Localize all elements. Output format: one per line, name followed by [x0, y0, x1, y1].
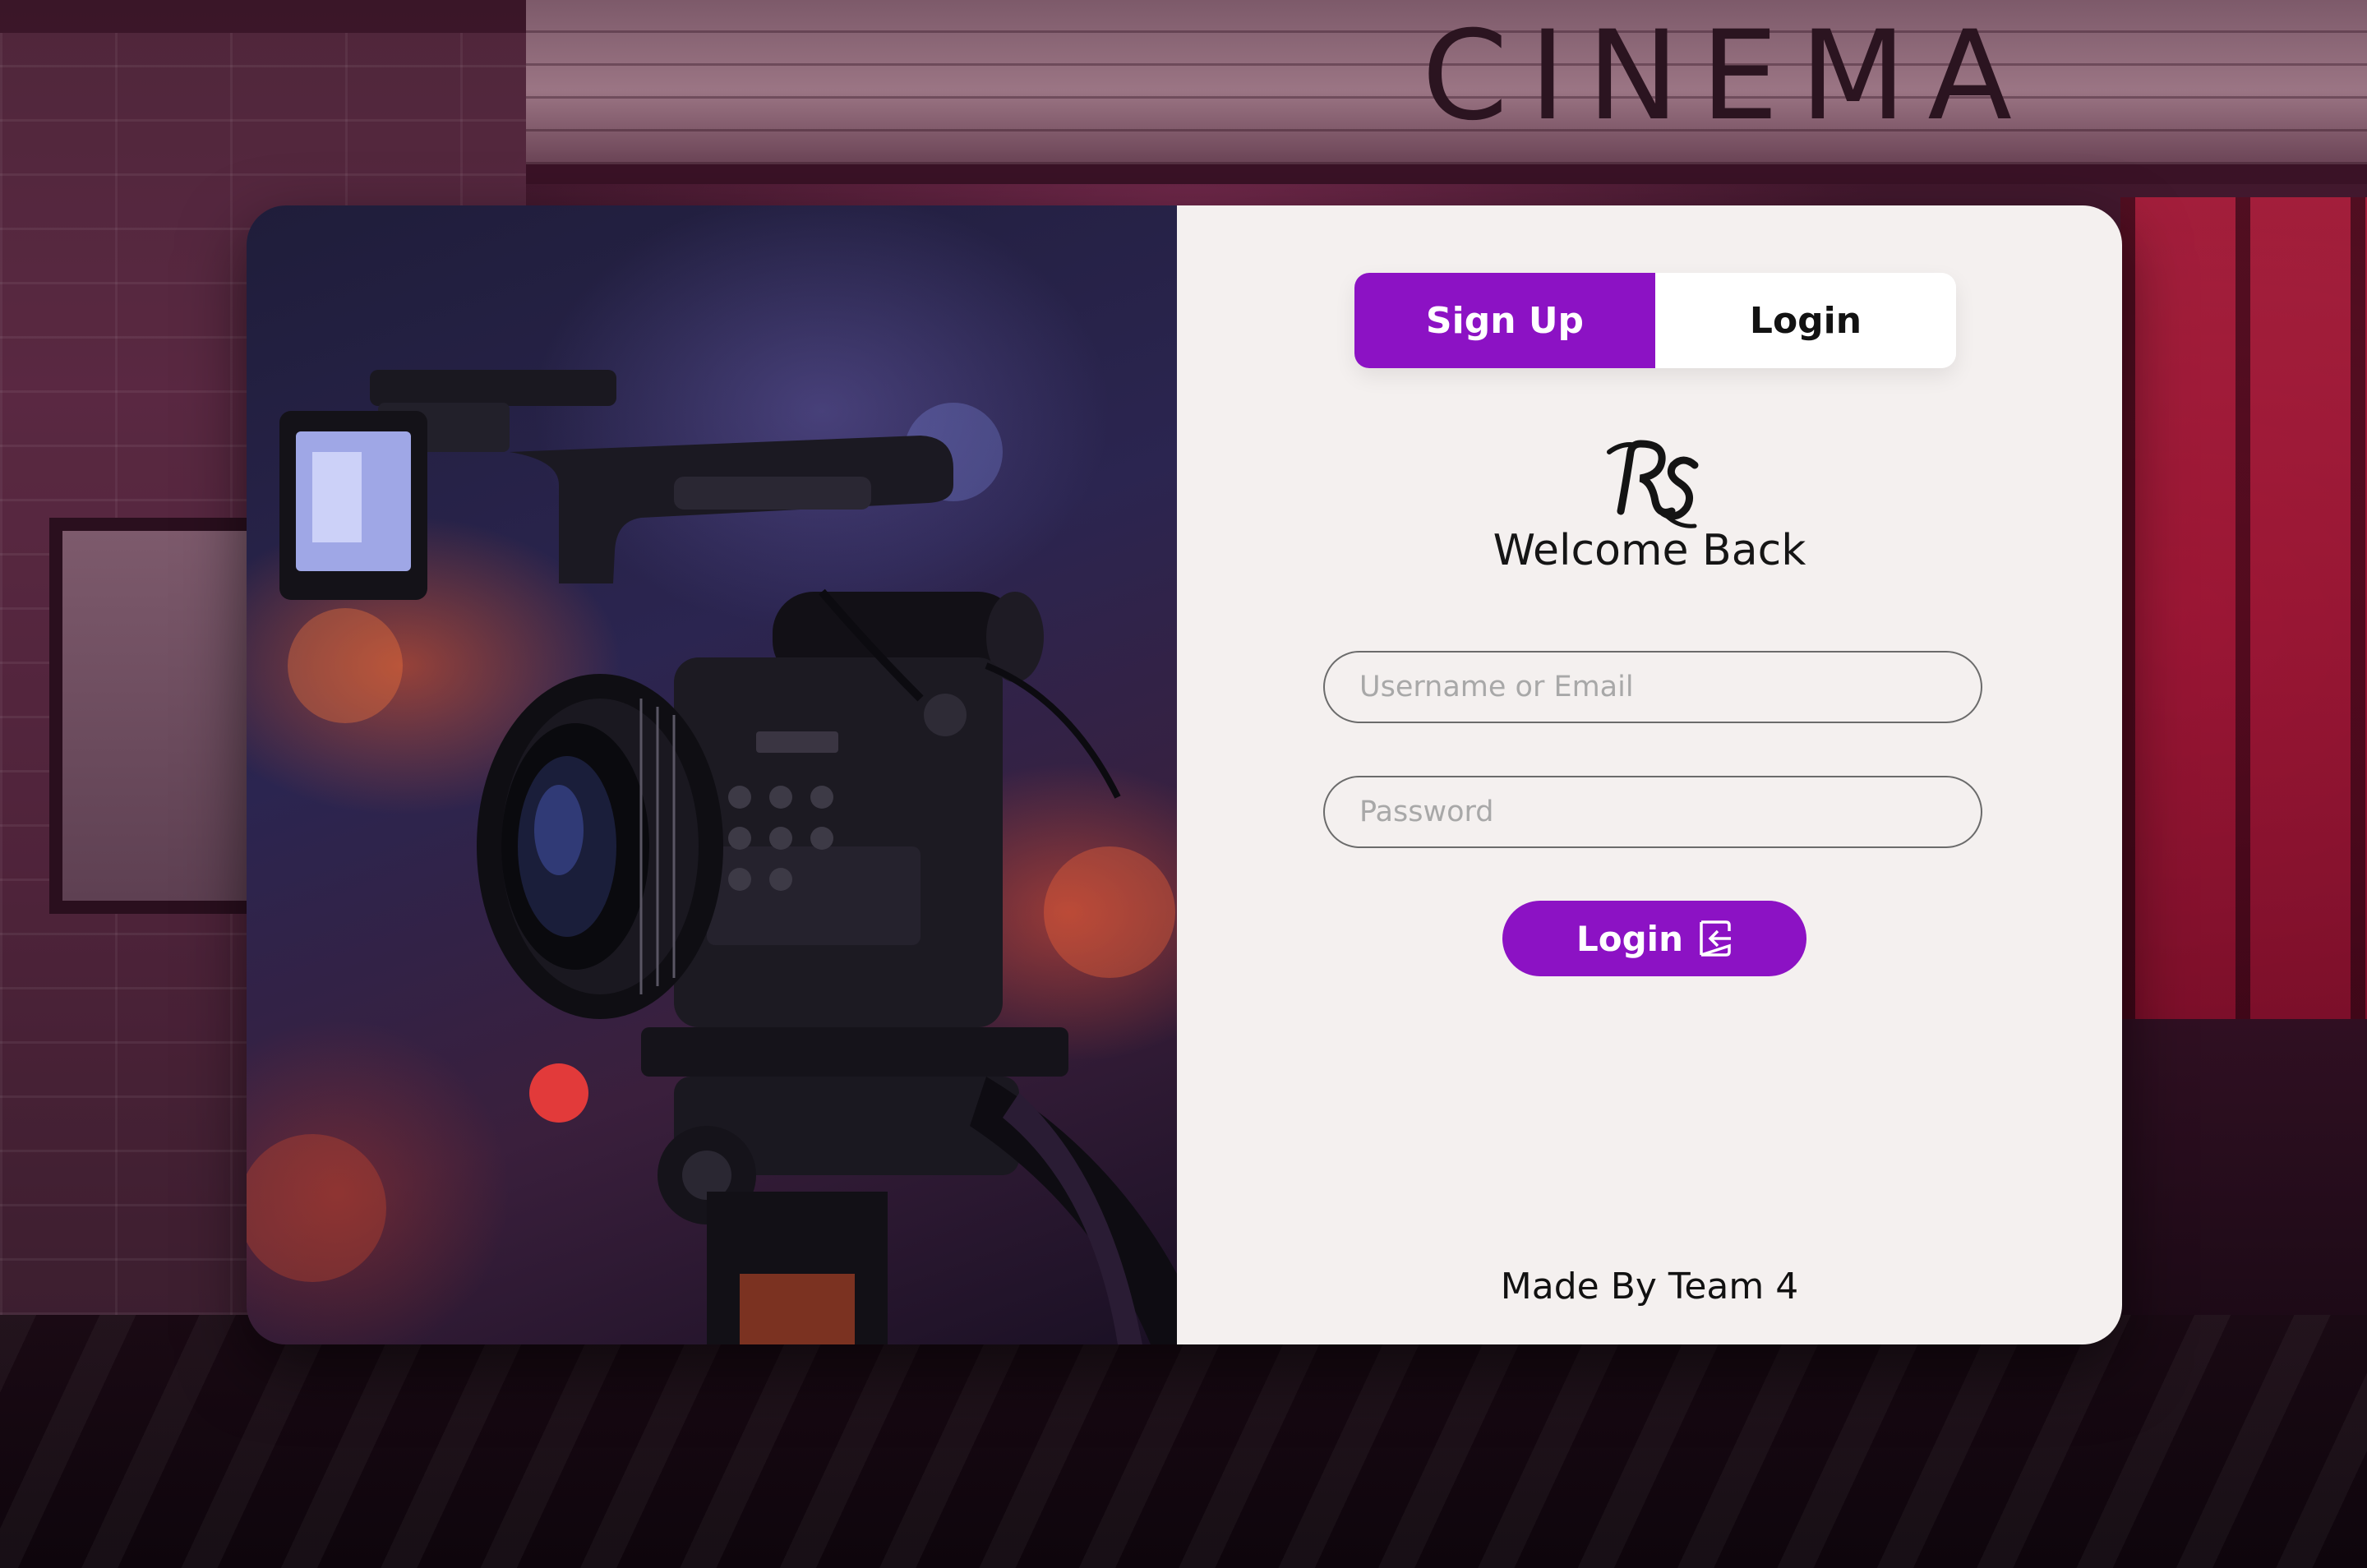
auth-card: Sign Up Login Welcome Back Login Made By… — [247, 205, 2122, 1344]
background-marquee: CINEMA — [526, 0, 2367, 184]
auth-toggle: Sign Up Login — [1354, 273, 1956, 368]
signup-tab[interactable]: Sign Up — [1354, 273, 1655, 368]
background-neon-window — [2120, 197, 2367, 1019]
login-panel: Sign Up Login Welcome Back Login Made By… — [1177, 205, 2122, 1344]
login-button[interactable]: Login — [1502, 901, 1806, 976]
username-input[interactable] — [1323, 651, 1982, 723]
login-button-label: Login — [1576, 918, 1683, 959]
password-input[interactable] — [1323, 776, 1982, 848]
background-floor — [0, 1315, 2367, 1568]
camera-photo — [247, 205, 1177, 1344]
camera-illustration — [247, 370, 1177, 1344]
login-arrow-icon — [1700, 920, 1731, 957]
rs-logo — [1607, 440, 1699, 528]
welcome-heading: Welcome Back — [1493, 526, 1806, 575]
login-tab[interactable]: Login — [1655, 273, 1956, 368]
background-marquee-text: CINEMA — [1422, 5, 2033, 148]
footer-credit: Made By Team 4 — [1500, 1266, 1799, 1307]
